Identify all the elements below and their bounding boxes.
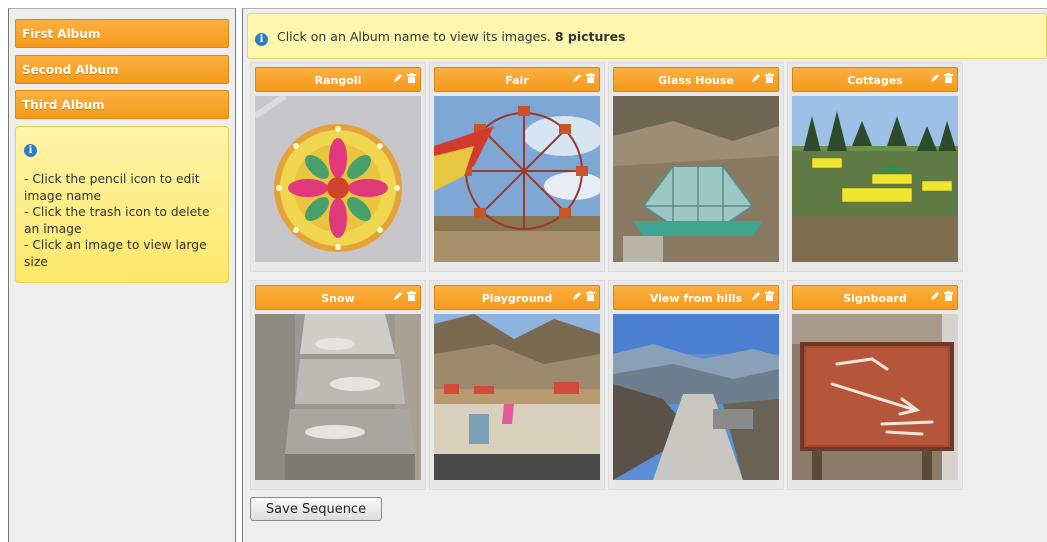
image-thumbnail[interactable] [792,314,958,480]
image-thumbnail[interactable] [434,96,600,262]
image-title: Signboard [843,292,907,305]
image-thumbnail[interactable] [255,96,421,262]
image-thumbnail[interactable] [434,314,600,480]
image-thumbnail[interactable] [255,314,421,480]
image-title: Glass House [658,74,734,87]
info-icon: i [24,144,37,157]
image-thumbnail[interactable] [613,314,779,480]
tile-header[interactable]: Signboard [792,285,958,310]
gallery-panel: i Click on an Album name to view its ima… [242,8,1047,542]
trash-icon[interactable] [765,73,774,83]
image-tile[interactable]: Cottages [787,62,963,272]
tile-header[interactable]: Playground [434,285,600,310]
trash-icon[interactable] [407,73,416,83]
image-thumbnail[interactable] [792,96,958,262]
image-tile[interactable]: Fair [429,62,605,272]
tile-header[interactable]: Glass House [613,67,779,92]
image-title: Playground [481,292,553,305]
pencil-icon[interactable] [393,291,403,301]
album-button-first[interactable]: First Album [15,19,229,48]
image-title: Snow [321,292,355,305]
trash-icon[interactable] [586,73,595,83]
tile-header[interactable]: Snow [255,285,421,310]
album-button-third[interactable]: Third Album [15,90,229,119]
save-sequence-button[interactable]: Save Sequence [250,497,382,521]
picture-count: 8 pictures [554,29,626,44]
image-title: View from hills [649,292,743,305]
trash-icon[interactable] [586,291,595,301]
info-bar: i Click on an Album name to view its ima… [247,13,1047,59]
tile-header[interactable]: View from hills [613,285,779,310]
pencil-icon[interactable] [751,291,761,301]
trash-icon[interactable] [765,291,774,301]
image-tile[interactable]: Snow [250,280,426,490]
info-text: Click on an Album name to view its image… [276,29,551,44]
pencil-icon[interactable] [393,73,403,83]
pencil-icon[interactable] [572,73,582,83]
image-tile[interactable]: Rangoli [250,62,426,272]
album-button-second[interactable]: Second Album [15,55,229,84]
trash-icon[interactable] [944,291,953,301]
tile-header[interactable]: Rangoli [255,67,421,92]
tile-header[interactable]: Fair [434,67,600,92]
image-title: Fair [505,74,529,87]
trash-icon[interactable] [944,73,953,83]
help-line: - Click an image to view large size [24,238,207,269]
image-title: Cottages [847,74,903,87]
image-tile[interactable]: Glass House [608,62,784,272]
image-tile[interactable]: Playground [429,280,605,490]
image-title: Rangoli [314,74,362,87]
pencil-icon[interactable] [572,291,582,301]
image-tile[interactable]: Signboard [787,280,963,490]
info-icon: i [255,33,268,46]
tile-header[interactable]: Cottages [792,67,958,92]
help-line: - Click the trash icon to delete an imag… [24,205,210,236]
help-box: i - Click the pencil icon to edit image … [15,126,229,283]
pencil-icon[interactable] [930,291,940,301]
help-line: - Click the pencil icon to edit image na… [24,172,200,203]
pencil-icon[interactable] [930,73,940,83]
image-tile[interactable]: View from hills [608,280,784,490]
album-sidebar: First Album Second Album Third Album i -… [8,8,236,542]
pencil-icon[interactable] [751,73,761,83]
trash-icon[interactable] [407,291,416,301]
image-thumbnail[interactable] [613,96,779,262]
